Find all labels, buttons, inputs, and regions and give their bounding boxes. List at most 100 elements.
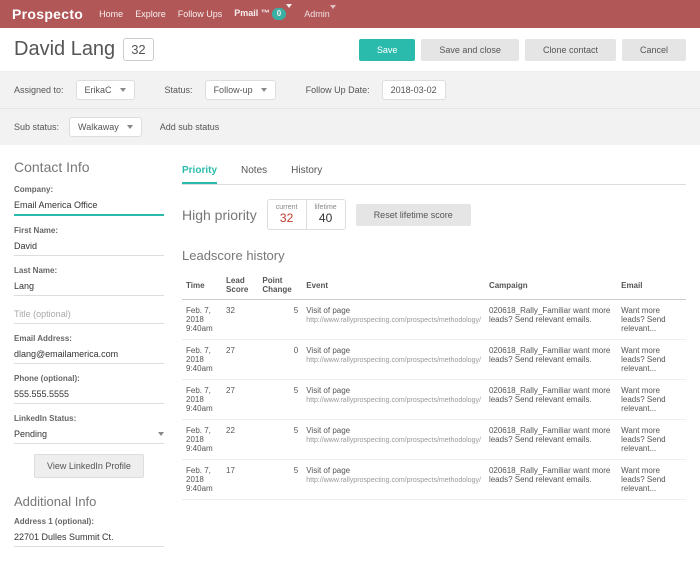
- tabs: Priority Notes History: [182, 159, 686, 185]
- priority-heading: High priority: [182, 207, 257, 223]
- tab-priority[interactable]: Priority: [182, 159, 217, 184]
- tab-notes[interactable]: Notes: [241, 159, 267, 184]
- history-heading: Leadscore history: [182, 248, 686, 263]
- cell-score: 27: [222, 380, 258, 420]
- table-row: Feb. 7, 20189:40am325Visit of pagehttp:/…: [182, 300, 686, 340]
- linkedin-status-select[interactable]: Pending: [14, 426, 164, 444]
- address-label: Address 1 (optional):: [14, 517, 164, 526]
- cell-change: 5: [258, 420, 302, 460]
- sidebar: Contact Info Company: Email America Offic…: [14, 159, 164, 557]
- cell-campaign: 020618_Rally_Familiar want more leads? S…: [485, 420, 617, 460]
- followup-date-input[interactable]: 2018-03-02: [382, 80, 446, 100]
- cell-email: Want more leads? Send relevant...: [617, 460, 686, 500]
- leadscore-table: TimeLead ScorePoint ChangeEventCampaignE…: [182, 271, 686, 500]
- table-header: Time: [182, 271, 222, 300]
- email-label: Email Address:: [14, 334, 164, 343]
- nav-admin[interactable]: Admin: [304, 9, 336, 19]
- table-row: Feb. 7, 20189:40am225Visit of pagehttp:/…: [182, 420, 686, 460]
- cell-event: Visit of pagehttp://www.rallyprospecting…: [302, 380, 485, 420]
- main-panel: Priority Notes History High priority cur…: [182, 159, 686, 557]
- company-input[interactable]: Email America Office: [14, 197, 164, 216]
- address-input[interactable]: 22701 Dulles Summit Ct.: [14, 529, 164, 547]
- chevron-down-icon: [158, 432, 164, 436]
- lifetime-value: 40: [315, 211, 337, 225]
- nav-links: Home Explore Follow Ups Pmail ™0 Admin: [99, 8, 336, 20]
- cell-campaign: 020618_Rally_Familiar want more leads? S…: [485, 340, 617, 380]
- nav-explore[interactable]: Explore: [135, 9, 166, 19]
- cell-event: Visit of pagehttp://www.rallyprospecting…: [302, 340, 485, 380]
- contact-info-heading: Contact Info: [14, 159, 164, 175]
- cell-campaign: 020618_Rally_Familiar want more leads? S…: [485, 380, 617, 420]
- company-label: Company:: [14, 185, 164, 194]
- phone-label: Phone (optional):: [14, 374, 164, 383]
- cell-time: Feb. 7, 20189:40am: [182, 380, 222, 420]
- cell-email: Want more leads? Send relevant...: [617, 300, 686, 340]
- phone-input[interactable]: 555.555.5555: [14, 386, 164, 404]
- cell-campaign: 020618_Rally_Familiar want more leads? S…: [485, 300, 617, 340]
- filter-bar: Assigned to: ErikaC Status: Follow-up Fo…: [0, 72, 700, 108]
- additional-info-heading: Additional Info: [14, 494, 164, 509]
- email-input[interactable]: dlang@emailamerica.com: [14, 346, 164, 364]
- lifetime-label: lifetime: [315, 204, 337, 211]
- page-header: David Lang 32 Save Save and close Clone …: [0, 28, 700, 72]
- table-header: Lead Score: [222, 271, 258, 300]
- firstname-label: First Name:: [14, 226, 164, 235]
- lead-score-badge: 32: [123, 38, 153, 61]
- nav-followups[interactable]: Follow Ups: [178, 9, 223, 19]
- save-button[interactable]: Save: [359, 39, 416, 61]
- cell-time: Feb. 7, 20189:40am: [182, 420, 222, 460]
- substatus-label: Sub status:: [14, 122, 59, 132]
- current-label: current: [276, 204, 298, 211]
- cell-score: 32: [222, 300, 258, 340]
- linkedin-status-label: LinkedIn Status:: [14, 414, 164, 423]
- chevron-down-icon: [330, 5, 336, 19]
- firstname-input[interactable]: David: [14, 238, 164, 256]
- sub-filter-bar: Sub status: Walkaway Add sub status: [0, 108, 700, 145]
- nav-home[interactable]: Home: [99, 9, 123, 19]
- assigned-select[interactable]: ErikaC: [76, 80, 135, 100]
- substatus-select[interactable]: Walkaway: [69, 117, 142, 137]
- cancel-button[interactable]: Cancel: [622, 39, 686, 61]
- table-row: Feb. 7, 20189:40am270Visit of pagehttp:/…: [182, 340, 686, 380]
- lastname-input[interactable]: Lang: [14, 278, 164, 296]
- nav-pmail[interactable]: Pmail ™0: [234, 8, 292, 20]
- topbar: Prospecto Home Explore Follow Ups Pmail …: [0, 0, 700, 28]
- cell-change: 5: [258, 300, 302, 340]
- table-header: Event: [302, 271, 485, 300]
- table-row: Feb. 7, 20189:40am175Visit of pagehttp:/…: [182, 460, 686, 500]
- table-header: Email: [617, 271, 686, 300]
- reset-lifetime-button[interactable]: Reset lifetime score: [356, 204, 471, 226]
- cell-change: 0: [258, 340, 302, 380]
- table-header: Point Change: [258, 271, 302, 300]
- score-metric: current32 lifetime40: [267, 199, 346, 230]
- cell-email: Want more leads? Send relevant...: [617, 340, 686, 380]
- clone-button[interactable]: Clone contact: [525, 39, 616, 61]
- cell-email: Want more leads? Send relevant...: [617, 420, 686, 460]
- cell-event: Visit of pagehttp://www.rallyprospecting…: [302, 300, 485, 340]
- save-close-button[interactable]: Save and close: [421, 39, 519, 61]
- table-header: Campaign: [485, 271, 617, 300]
- status-label: Status:: [165, 85, 193, 95]
- brand-logo[interactable]: Prospecto: [12, 6, 83, 22]
- add-substatus-button[interactable]: Add sub status: [152, 118, 228, 136]
- pmail-badge: 0: [272, 8, 286, 20]
- chevron-down-icon: [286, 4, 292, 18]
- table-row: Feb. 7, 20189:40am275Visit of pagehttp:/…: [182, 380, 686, 420]
- tab-history[interactable]: History: [291, 159, 322, 184]
- cell-event: Visit of pagehttp://www.rallyprospecting…: [302, 460, 485, 500]
- title-input[interactable]: Title (optional): [14, 306, 164, 324]
- cell-time: Feb. 7, 20189:40am: [182, 340, 222, 380]
- cell-event: Visit of pagehttp://www.rallyprospecting…: [302, 420, 485, 460]
- cell-campaign: 020618_Rally_Familiar want more leads? S…: [485, 460, 617, 500]
- contact-name: David Lang: [14, 38, 115, 61]
- cell-change: 5: [258, 460, 302, 500]
- assigned-label: Assigned to:: [14, 85, 64, 95]
- status-select[interactable]: Follow-up: [205, 80, 276, 100]
- cell-score: 17: [222, 460, 258, 500]
- cell-email: Want more leads? Send relevant...: [617, 380, 686, 420]
- followup-label: Follow Up Date:: [306, 85, 370, 95]
- view-linkedin-button[interactable]: View LinkedIn Profile: [34, 454, 144, 478]
- lastname-label: Last Name:: [14, 266, 164, 275]
- cell-time: Feb. 7, 20189:40am: [182, 460, 222, 500]
- chevron-down-icon: [261, 88, 267, 92]
